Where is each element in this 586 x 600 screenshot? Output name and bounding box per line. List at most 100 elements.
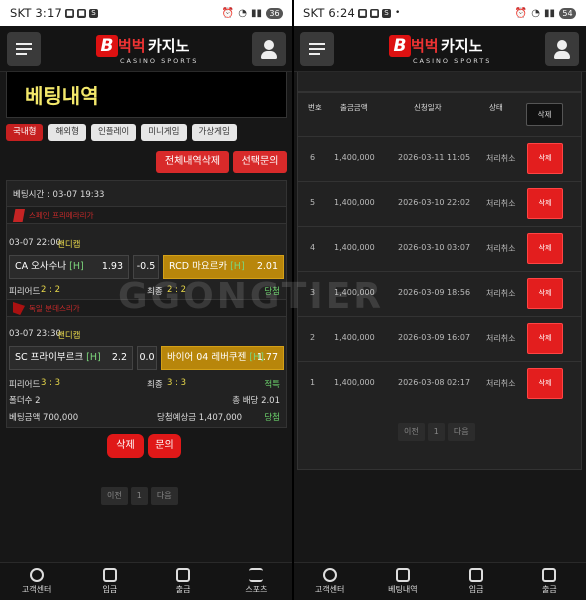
- game-time: 03-07 23:30: [9, 329, 61, 339]
- notification-icon: ■: [77, 8, 87, 18]
- bet-category-tabs: 국내형 해외형 인플레이 미니게임 가상게임: [6, 124, 237, 142]
- tab-minigame[interactable]: 미니게임: [141, 124, 187, 141]
- row-delete-button[interactable]: 삭제: [527, 233, 563, 264]
- app-header: B 벅벅 카지노 CASINO SPORTS: [293, 26, 586, 72]
- current-page[interactable]: 1: [130, 487, 148, 505]
- bank-icon: [542, 568, 557, 582]
- table-row: 6 1,400,000 2026-03-11 11:05 처리취소 삭제: [298, 136, 581, 181]
- bet-amount: 베팅금액 700,000: [9, 413, 79, 423]
- headset-icon: [29, 568, 44, 582]
- panel-top: [297, 72, 582, 92]
- inquiry-selected-button[interactable]: 선택문의: [233, 151, 287, 173]
- user-button[interactable]: [545, 32, 579, 66]
- home-odd: 2.2: [111, 352, 127, 363]
- nav-support[interactable]: 고객센터: [0, 563, 73, 600]
- away-odd: 2.01: [256, 261, 278, 272]
- laliga-icon: [13, 209, 25, 222]
- table-row: 4 1,400,000 2026-03-10 03:07 처리취소 삭제: [298, 226, 581, 271]
- nav-withdraw[interactable]: 출금: [513, 563, 586, 600]
- notification-icon: S: [382, 8, 392, 18]
- current-page[interactable]: 1: [427, 423, 445, 441]
- home-pick[interactable]: CA 오사수나 [H] 1.93: [9, 255, 129, 279]
- wifi-icon: ◔: [238, 7, 247, 19]
- signal-icon: ▮▮: [250, 7, 262, 19]
- win-amount: 당첨예상금 1,407,000: [157, 413, 243, 423]
- wallet-icon: [102, 568, 117, 582]
- league-name: 독일 분데스리가: [29, 304, 80, 313]
- signal-icon: ▮▮: [543, 7, 555, 19]
- next-page-button[interactable]: 다음: [150, 487, 178, 505]
- row-delete-button[interactable]: 삭제: [527, 143, 563, 174]
- row-delete-button[interactable]: 삭제: [527, 368, 563, 399]
- menu-button[interactable]: [300, 32, 334, 66]
- league-name: 스페인 프리메라리가: [29, 211, 94, 220]
- status-bar: SKT 3:17 ■ ■ S ⏰ ◔ ▮▮ 36: [0, 0, 293, 26]
- away-pick-selected[interactable]: 바이어 04 레버쿠젠 [H] 1.77: [161, 346, 284, 370]
- tab-domestic[interactable]: 국내형: [6, 124, 44, 141]
- handicap-value: 0.0: [137, 346, 157, 370]
- col-no: 번호: [308, 103, 322, 112]
- battery-icon: 54: [559, 7, 576, 19]
- menu-lines-icon: [249, 568, 264, 582]
- delete-button[interactable]: 삭제: [107, 434, 144, 458]
- league-bar: 스페인 프리메라리가: [7, 206, 286, 224]
- final-score: 3 : 3: [167, 378, 187, 388]
- dot-icon: •: [395, 8, 401, 18]
- home-pick[interactable]: SC 프라이부르크 [H] 2.2: [9, 346, 133, 370]
- half-label: 피리어드: [9, 287, 41, 297]
- user-button[interactable]: [252, 32, 286, 66]
- tab-virtual[interactable]: 가상게임: [191, 124, 237, 141]
- half-score: 3 : 3: [41, 378, 61, 388]
- site-logo[interactable]: B 벅벅 카지노 CASINO SPORTS: [96, 33, 200, 67]
- receipt-icon: [395, 568, 410, 582]
- inquiry-button[interactable]: 문의: [148, 434, 181, 458]
- menu-button[interactable]: [7, 32, 41, 66]
- bottom-nav: 고객센터 베팅내역 입금 출금: [293, 562, 586, 600]
- user-icon: [557, 40, 567, 50]
- col-amount: 출금금액: [340, 103, 368, 112]
- prev-page-button[interactable]: 이전: [101, 487, 128, 505]
- game-time: 03-07 22:00: [9, 238, 61, 248]
- half-label: 피리어드: [9, 380, 41, 390]
- bottom-nav: 고객센터 입금 출금 스포츠: [0, 562, 293, 600]
- pagination: 이전 1 다음: [101, 487, 178, 505]
- notification-icon: ■: [370, 8, 380, 18]
- half-score: 2 : 2: [41, 285, 61, 295]
- bet-time: 베팅시간 : 03-07 19:33: [13, 190, 105, 200]
- col-status: 상태: [489, 103, 503, 112]
- prev-page-button[interactable]: 이전: [398, 423, 425, 441]
- status-time: 3:17: [35, 6, 63, 20]
- site-logo[interactable]: B 벅벅 카지노 CASINO SPORTS: [389, 33, 493, 67]
- folder-count: 폴더수 2: [9, 396, 41, 406]
- status-bar: SKT 6:24 ■ ■ S • ⏰ ◔ ▮▮ 54: [293, 0, 586, 26]
- next-page-button[interactable]: 다음: [447, 423, 475, 441]
- wallet-icon: [469, 568, 484, 582]
- delete-header-button[interactable]: 삭제: [526, 103, 563, 126]
- tab-inplay[interactable]: 인플레이: [90, 124, 137, 141]
- headset-icon: [322, 568, 337, 582]
- away-odd: 1.77: [256, 352, 278, 363]
- nav-deposit[interactable]: 입금: [73, 563, 146, 600]
- nav-bet-history[interactable]: 베팅내역: [366, 563, 439, 600]
- table-row: 2 1,400,000 2026-03-09 16:07 처리취소 삭제: [298, 316, 581, 361]
- home-odd: 1.93: [101, 261, 123, 272]
- col-date: 신청일자: [414, 103, 442, 112]
- delete-all-button[interactable]: 전체내역삭제: [156, 151, 229, 173]
- tab-overseas[interactable]: 해외형: [48, 124, 86, 141]
- battery-icon: 36: [266, 7, 283, 19]
- total-odds: 총 배당 2.01: [232, 396, 280, 406]
- nav-sports[interactable]: 스포츠: [220, 563, 293, 600]
- notification-icon: ■: [358, 8, 368, 18]
- game-type: 핸디캡: [57, 240, 81, 250]
- nav-support[interactable]: 고객센터: [293, 563, 366, 600]
- status-carrier: SKT: [10, 6, 32, 20]
- app-header: B 벅벅 카지노 CASINO SPORTS: [0, 26, 293, 72]
- row-delete-button[interactable]: 삭제: [527, 188, 563, 219]
- result-badge: 적특: [264, 380, 280, 390]
- pagination: 이전 1 다음: [398, 423, 475, 441]
- nav-deposit[interactable]: 입금: [440, 563, 513, 600]
- row-delete-button[interactable]: 삭제: [527, 278, 563, 309]
- row-delete-button[interactable]: 삭제: [527, 323, 563, 354]
- status-carrier: SKT: [303, 6, 325, 20]
- nav-withdraw[interactable]: 출금: [147, 563, 220, 600]
